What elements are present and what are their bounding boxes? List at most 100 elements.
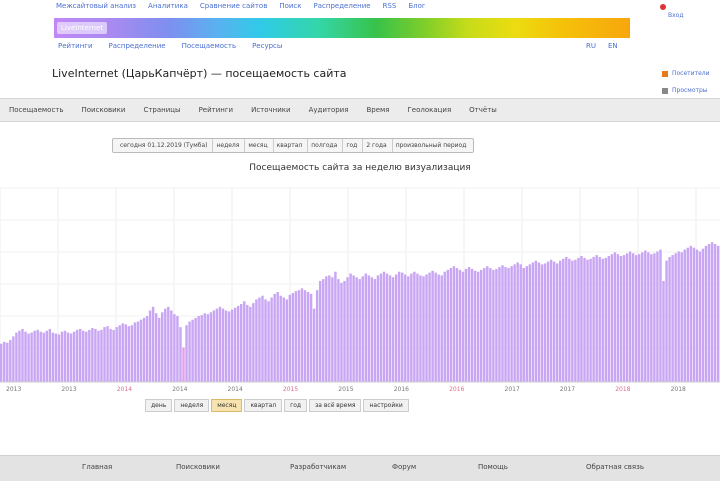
chart-bar [656, 251, 659, 382]
chart-bar [148, 310, 152, 382]
chart-bar [604, 257, 607, 382]
top-link[interactable]: Межсайтовый анализ [56, 0, 136, 12]
tab-item[interactable]: Геолокация [399, 99, 461, 121]
tab-item[interactable]: Время [357, 99, 398, 121]
language-link[interactable]: RU [586, 41, 596, 51]
range-option[interactable]: 2 года [362, 139, 389, 152]
chart-bar [376, 275, 380, 382]
chart-bar [419, 275, 422, 382]
top-link[interactable]: Аналитика [148, 0, 188, 12]
range-option[interactable]: полгода [307, 139, 340, 152]
tab-item[interactable]: Рейтинги [190, 99, 243, 121]
chart-bar [610, 254, 614, 382]
footer-link[interactable]: Главная [82, 456, 112, 478]
tab-item[interactable]: Аудитория [300, 99, 358, 121]
period-button[interactable]: за всё время [309, 399, 362, 412]
tab-item[interactable]: Источники [242, 99, 299, 121]
chart-bar [571, 260, 574, 382]
chart-bar [185, 325, 188, 382]
chart-bar [413, 271, 416, 382]
site-logo-label[interactable]: LiveInternet [57, 22, 108, 34]
tab-item[interactable]: Страницы [134, 99, 189, 121]
sub-link[interactable]: Посещаемость [182, 41, 237, 51]
chart-bar [334, 271, 337, 382]
chart-bar [592, 256, 595, 382]
chart-bar [516, 262, 519, 382]
top-link[interactable]: Блог [408, 0, 425, 12]
chart-bar [637, 254, 641, 382]
chart-bar [42, 332, 45, 382]
period-button[interactable]: день [145, 399, 173, 412]
chart-bar [252, 303, 255, 382]
chart-bar [139, 319, 143, 382]
chart-bar [88, 329, 91, 382]
range-option[interactable]: неделя [212, 139, 242, 152]
chart-bar [373, 279, 377, 382]
period-button[interactable]: неделя [174, 399, 210, 412]
top-link[interactable]: Поиск [279, 0, 301, 12]
chart-bar [157, 317, 161, 382]
chart-bar [379, 273, 383, 382]
sub-link[interactable]: Распределение [109, 41, 166, 51]
chart-bar [48, 328, 52, 382]
chart-bar [285, 299, 289, 382]
chart-bar [206, 314, 210, 382]
footer-link[interactable]: Помощь [478, 456, 508, 478]
chart-bar [69, 333, 73, 382]
tab-item[interactable]: Отчёты [460, 99, 506, 121]
legend-entry[interactable]: Просмотры [662, 87, 710, 94]
range-option[interactable]: год [342, 139, 360, 152]
chart-bar [255, 299, 258, 382]
chart-bar [401, 272, 404, 382]
login-link[interactable]: Вход [668, 12, 684, 19]
top-link[interactable]: RSS [383, 0, 397, 12]
chart-bar [39, 331, 42, 382]
chart-bar [91, 328, 94, 382]
top-link[interactable]: Распределение [314, 0, 371, 12]
chart-bar [270, 297, 273, 382]
footer-link[interactable]: Обратная связь [586, 456, 644, 478]
chart-bar [78, 328, 82, 382]
chart-bar [291, 292, 295, 382]
tab-item[interactable]: Поисковики [73, 99, 135, 121]
chart-bar [613, 252, 617, 382]
tab-item[interactable]: Посещаемость [0, 99, 73, 121]
period-button[interactable]: месяц [211, 399, 243, 412]
chart-bar [519, 264, 522, 382]
chart-bar [179, 327, 182, 382]
top-link[interactable]: Сравнение сайтов [200, 0, 267, 12]
footer-link[interactable]: Поисковики [176, 456, 220, 478]
footer-link[interactable]: Форум [392, 456, 416, 478]
chart-bar [522, 268, 525, 382]
chart-bar [115, 327, 118, 382]
period-button[interactable]: год [284, 399, 308, 412]
range-option[interactable]: квартал [272, 139, 306, 152]
range-option[interactable]: месяц [244, 139, 270, 152]
chart-bar [525, 266, 529, 382]
sub-link[interactable]: Ресурсы [252, 41, 282, 51]
chart-bar [404, 274, 407, 382]
chart-bar [483, 268, 486, 382]
range-option[interactable]: произвольный период [391, 139, 470, 152]
chart-bar [540, 264, 544, 382]
language-link[interactable]: EN [608, 41, 618, 51]
chart-bar [391, 277, 395, 382]
period-button[interactable]: настройки [363, 399, 409, 412]
legend-entry[interactable]: Посетители [662, 70, 710, 77]
period-button[interactable]: квартал [244, 399, 283, 412]
chart-bar [695, 249, 699, 382]
x-tick-label: 2015 [338, 386, 353, 393]
x-tick-label: 2016 [449, 386, 464, 393]
sub-link[interactable]: Рейтинги [58, 41, 93, 51]
chart-bar [480, 269, 483, 382]
chart-bar [625, 253, 629, 382]
chart-bar [130, 325, 134, 382]
range-option[interactable]: сегодня 01.12.2019 (Тумба) [117, 139, 210, 152]
traffic-chart: 2013 2013 2014 2014 2014 2015 2015 2016 2016 2017… [0, 187, 720, 393]
chart-bar [3, 341, 6, 382]
footer-link[interactable]: Разработчикам [290, 456, 346, 478]
chart-bar [309, 293, 313, 382]
chart-bar [358, 279, 361, 382]
chart-bar [243, 301, 246, 382]
chart-bar [394, 274, 398, 382]
